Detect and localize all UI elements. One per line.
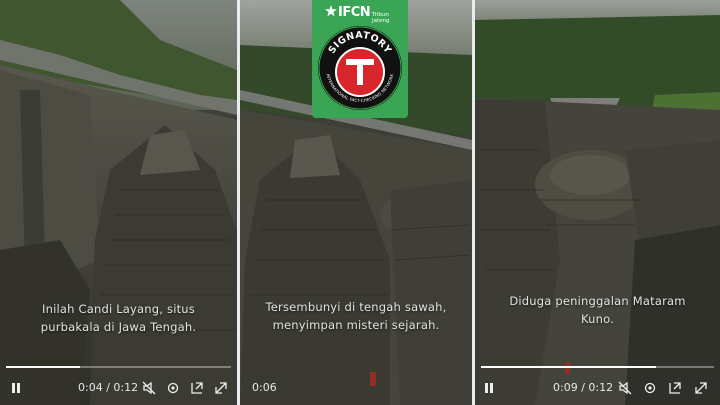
pause-icon [12,383,20,393]
progress-fill [6,366,81,368]
caption-line-2: purbakala di Jawa Tengah. [40,320,197,334]
time-display: 0:09 / 0:12 [553,381,614,394]
time-display: 0:06 [252,381,277,394]
video-panel-1[interactable]: Inilah Candi Layang, situs purbakala di … [0,0,237,405]
pause-button[interactable] [10,379,22,397]
mute-button[interactable] [142,379,156,397]
picture-in-picture-icon [669,382,681,394]
gear-icon [167,382,179,394]
video-panel-3[interactable]: Diduga peninggalan Mataram Kuno. 0:09 / … [475,0,720,405]
mute-icon [142,381,156,395]
caption-line-2: menyimpan misteri sejarah. [272,318,440,332]
star-logo-icon [325,5,337,17]
temple-scene-image [0,0,237,405]
temple-scene-image [475,0,720,405]
picture-in-picture-icon [191,382,203,394]
caption-line-1: Inilah Candi Layang, situs [42,302,195,316]
progress-fill [481,366,656,368]
time-display: 0:04 / 0:12 [78,381,139,394]
mute-icon [618,381,632,395]
signatory-seal: SIGNATORY INTERNATIONAL FACT-CHECKING NE… [318,26,402,110]
fullscreen-button[interactable] [694,379,708,397]
progress-bar[interactable] [6,366,231,368]
subtitle-caption: Diduga peninggalan Mataram Kuno. [475,292,720,328]
fullscreen-button[interactable] [214,379,228,397]
fullscreen-icon [215,382,227,394]
fullscreen-icon [695,382,707,394]
progress-bar[interactable] [481,366,714,368]
subtitle-caption: Inilah Candi Layang, situs purbakala di … [0,300,237,336]
pip-button[interactable] [190,379,204,397]
player-controls: 0:09 / 0:12 [475,371,720,405]
badge-brand-sub: Tribun Jateng [372,12,390,24]
settings-button[interactable] [643,379,657,397]
gear-icon [644,382,656,394]
caption-line-2: Kuno. [580,312,615,326]
ifcn-signatory-badge: IFCN Tribun Jateng SIGNATORY INTERNATION… [312,0,408,118]
mute-button[interactable] [618,379,632,397]
caption-line-1: Diduga peninggalan Mataram [509,294,686,308]
settings-button[interactable] [166,379,180,397]
caption-line-1: Tersembunyi di tengah sawah, [265,300,447,314]
player-controls: 0:06 [240,371,472,405]
badge-brand-name: IFCN [338,5,371,20]
pip-button[interactable] [668,379,682,397]
pause-icon [485,383,493,393]
player-controls: 0:04 / 0:12 [0,371,237,405]
subtitle-caption: Tersembunyi di tengah sawah, menyimpan m… [240,298,472,334]
pause-button[interactable] [483,379,495,397]
